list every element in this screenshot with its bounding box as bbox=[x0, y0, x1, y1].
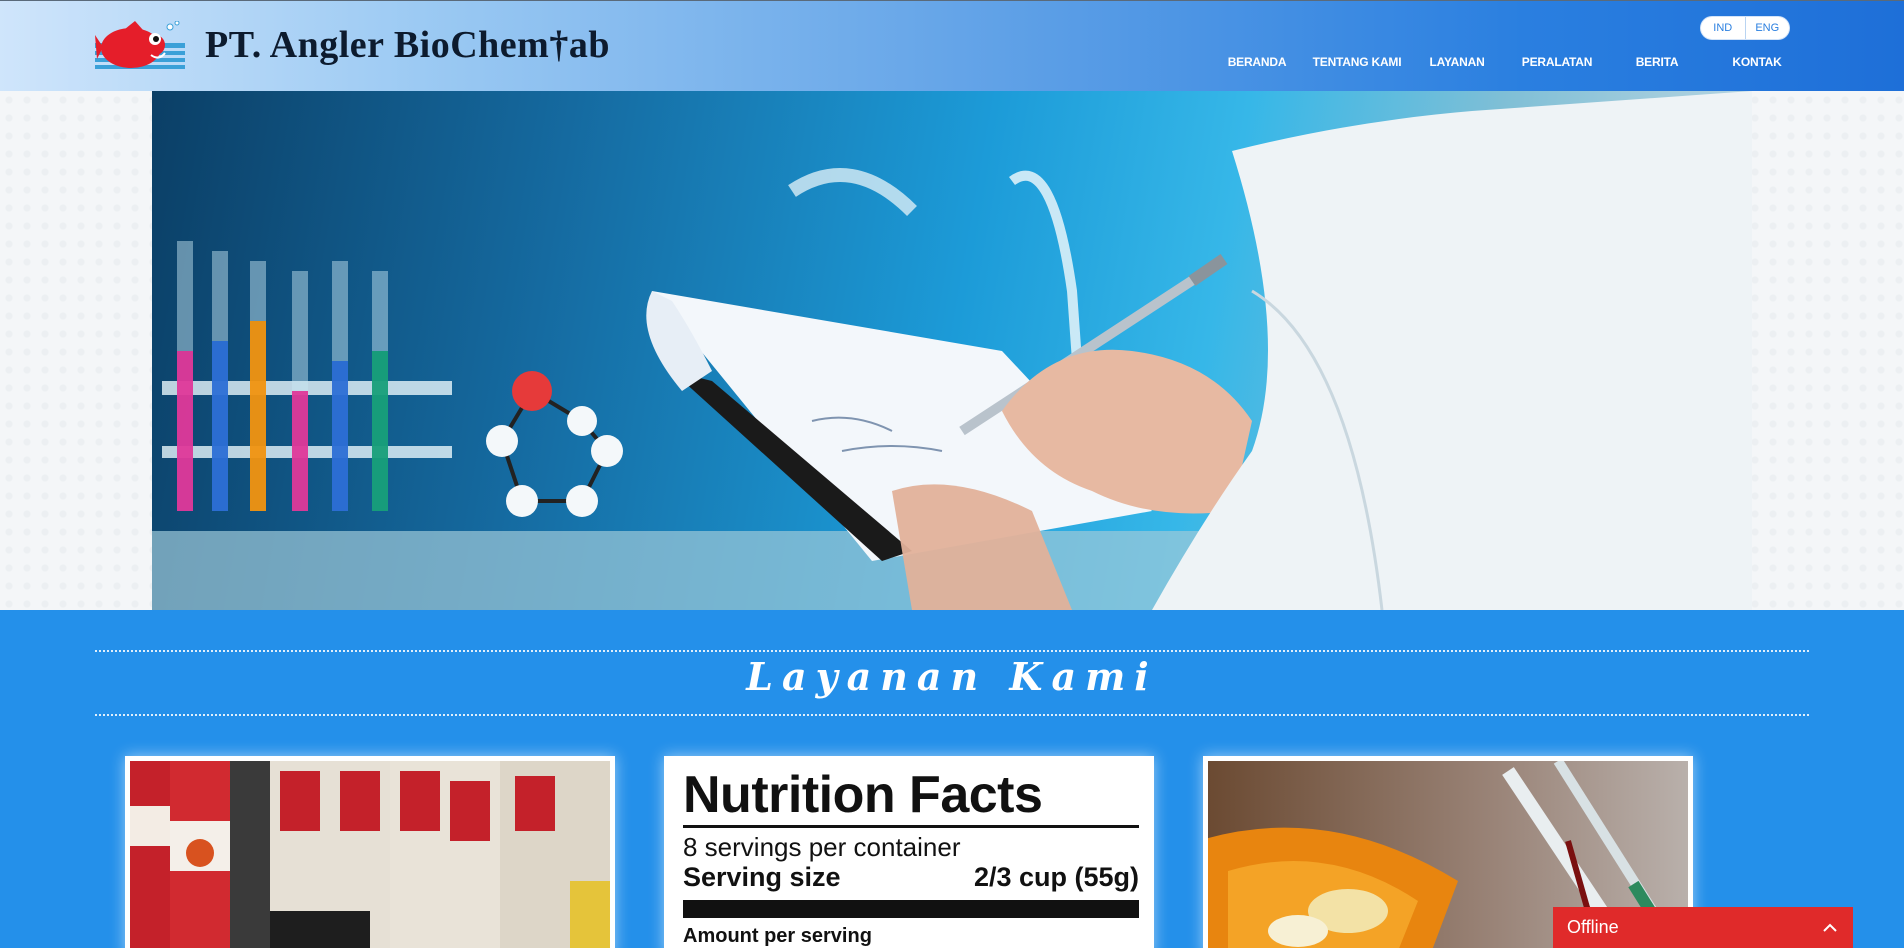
serving-size-value: 2/3 cup (55g) bbox=[973, 862, 1139, 892]
amount-per-serving: Amount per serving bbox=[683, 925, 872, 947]
language-switch: IND ENG bbox=[1701, 17, 1789, 39]
nav-peralatan[interactable]: PERALATAN bbox=[1522, 55, 1593, 69]
service-card-food[interactable] bbox=[125, 756, 615, 948]
brand-name: PT. Angler BioChem†ab bbox=[205, 24, 610, 66]
lang-eng-button[interactable]: ENG bbox=[1744, 17, 1790, 39]
servings-per-container: 8 servings per container bbox=[683, 832, 961, 862]
service-card-nutrition[interactable]: Nutrition Facts 8 servings per container… bbox=[664, 756, 1154, 948]
nutrition-thick-bar bbox=[683, 900, 1139, 918]
site-header: PT. Angler BioChem†ab IND ENG BERANDA TE… bbox=[0, 0, 1904, 91]
nutrition-facts-title: Nutrition Facts bbox=[683, 766, 1043, 824]
chat-status-label: Offline bbox=[1567, 917, 1619, 937]
lang-ind-button[interactable]: IND bbox=[1701, 17, 1745, 39]
red-fish-logo-icon bbox=[95, 21, 185, 69]
nav-beranda[interactable]: BERANDA bbox=[1228, 55, 1287, 69]
serving-size-label: Serving size bbox=[683, 862, 841, 892]
nav-layanan[interactable]: LAYANAN bbox=[1429, 55, 1484, 69]
services-section: Layanan Kami Nutrition Facts 8 servings … bbox=[0, 610, 1904, 948]
services-title: Layanan Kami bbox=[746, 654, 1158, 699]
hero-banner bbox=[152, 91, 1752, 610]
nav-kontak[interactable]: KONTAK bbox=[1732, 55, 1781, 69]
chevron-up-icon[interactable] bbox=[1823, 923, 1837, 933]
nutrition-facts-label: Nutrition Facts 8 servings per container… bbox=[669, 761, 1149, 948]
divider-top bbox=[95, 650, 1809, 652]
offline-chat-bar[interactable]: Offline bbox=[1553, 907, 1853, 948]
serving-size-row: Serving size 2/3 cup (55g) bbox=[683, 862, 1139, 892]
nutrition-divider bbox=[683, 825, 1139, 828]
nav-tentang-kami[interactable]: TENTANG KAMI bbox=[1313, 55, 1402, 69]
scientist-writing-in-lab-photo bbox=[152, 91, 1752, 610]
canned-food-photo bbox=[130, 761, 610, 948]
nav-berita[interactable]: BERITA bbox=[1636, 55, 1679, 69]
divider-bottom bbox=[95, 714, 1809, 716]
